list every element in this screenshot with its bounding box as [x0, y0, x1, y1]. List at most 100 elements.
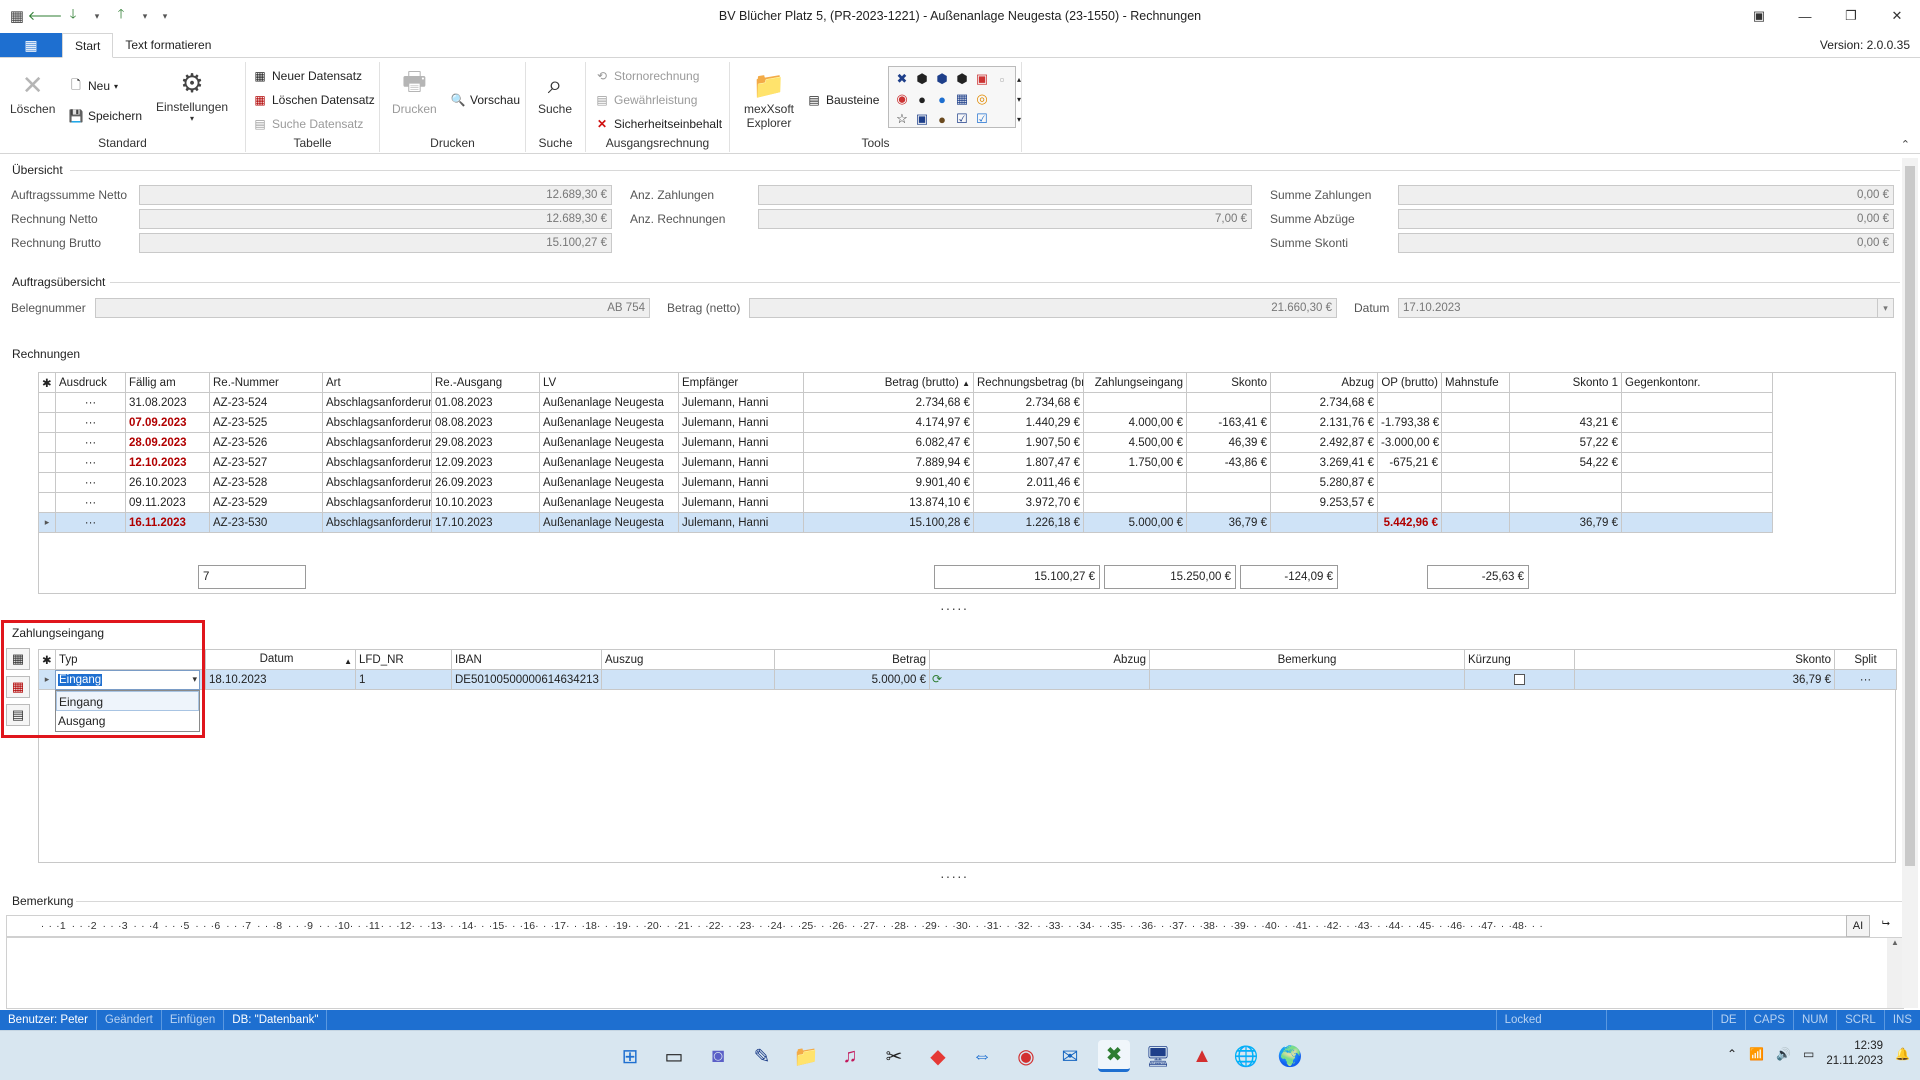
cell-mahnstufe[interactable] — [1441, 432, 1510, 453]
acrobat-icon[interactable]: ▲ — [1186, 1040, 1218, 1072]
collapse-ribbon-icon[interactable]: ⌃ — [1901, 138, 1910, 151]
column-header-rechnungsbetrag[interactable]: Rechnungsbetrag (brutto) — [973, 372, 1084, 393]
cell-ausdruck[interactable]: ··· — [55, 412, 126, 433]
cell-empfaenger[interactable]: Julemann, Hanni — [678, 452, 804, 473]
cell-lv[interactable]: Außenanlage Neugesta — [539, 452, 679, 473]
app-icon[interactable]: ▦ — [8, 7, 26, 25]
cell-skonto[interactable] — [1186, 472, 1271, 493]
cell-lv[interactable]: Außenanlage Neugesta — [539, 472, 679, 493]
cell-skonto[interactable]: 36,79 € — [1186, 512, 1271, 533]
cell-lv[interactable]: Außenanlage Neugesta — [539, 392, 679, 413]
cell-abzug[interactable]: 2.131,76 € — [1270, 412, 1378, 433]
gallery-expand-icon[interactable]: ▾ — [1013, 109, 1025, 129]
cell-art[interactable]: Abschlagsanforderung — [322, 412, 432, 433]
cell-rechnungsbetrag[interactable]: 3.972,70 € — [973, 492, 1084, 513]
einstellungen-button[interactable]: ⚙ Einstellungen ▾ — [156, 66, 228, 124]
cell-op-brutto[interactable] — [1377, 392, 1442, 413]
suche-button[interactable]: ⌕ Suche — [538, 68, 572, 116]
cell-abzug[interactable] — [929, 669, 1150, 690]
cell-skonto-1[interactable]: 36,79 € — [1509, 512, 1622, 533]
cell-skonto-1[interactable]: 54,22 € — [1509, 452, 1622, 473]
loeschen-button[interactable]: ✕ Löschen — [10, 68, 55, 117]
cell-betrag[interactable]: 5.000,00 € — [774, 669, 930, 690]
suche-datensatz-button[interactable]: ▤ Suche Datensatz — [252, 116, 363, 132]
editor-scrollbar[interactable]: ▲ — [1887, 938, 1903, 1008]
cell-zahlungseingang[interactable]: 4.000,00 € — [1083, 412, 1187, 433]
column-header-ausdruck[interactable]: Ausdruck — [55, 372, 126, 393]
table-row[interactable]: ▸ ··· 16.11.2023 AZ-23-530 Abschlagsanforder… — [38, 512, 1773, 533]
cell-mahnstufe[interactable] — [1441, 452, 1510, 473]
cell-skonto[interactable] — [1186, 492, 1271, 513]
cell-gegenkontonr[interactable] — [1621, 492, 1773, 513]
tab-start[interactable]: Start — [62, 33, 114, 58]
tool-icon[interactable]: ● — [933, 109, 951, 129]
column-header-typ[interactable]: Typ — [55, 649, 206, 670]
cell-skonto[interactable]: -43,86 € — [1186, 452, 1271, 473]
cell-abzug[interactable]: 5.280,87 € — [1270, 472, 1378, 493]
row-indicator-icon[interactable] — [38, 432, 56, 453]
tool-icon[interactable]: ☑ — [973, 109, 991, 129]
cell-re-nummer[interactable]: AZ-23-526 — [209, 432, 323, 453]
star-icon[interactable]: ☆ — [893, 109, 911, 129]
cell-re-nummer[interactable]: AZ-23-528 — [209, 472, 323, 493]
cell-skonto-1[interactable] — [1509, 492, 1622, 513]
music-icon[interactable]: ♫ — [834, 1040, 866, 1072]
cell-op-brutto[interactable]: -675,21 € — [1377, 452, 1442, 473]
teamviewer-icon[interactable]: ⇔ — [966, 1040, 998, 1072]
cell-art[interactable]: Abschlagsanforderung — [322, 432, 432, 453]
file-menu-button[interactable]: ▦ — [0, 33, 62, 57]
cell-skonto[interactable] — [1186, 392, 1271, 413]
table-row[interactable]: ··· 31.08.2023 AZ-23-524 Abschlagsanforderu… — [38, 392, 1773, 413]
back-arrow-icon[interactable]: 🡐 — [28, 7, 63, 25]
tool-icon[interactable]: ⬢ — [913, 69, 931, 89]
cell-skonto-1[interactable]: 43,21 € — [1509, 412, 1622, 433]
globe-icon[interactable]: 🌐 — [1230, 1040, 1262, 1072]
column-header-re-ausgang[interactable]: Re.-Ausgang — [431, 372, 540, 393]
column-header-skonto-1[interactable]: Skonto 1 — [1509, 372, 1622, 393]
cell-lv[interactable]: Außenanlage Neugesta — [539, 432, 679, 453]
column-header-abzug[interactable]: Abzug — [929, 649, 1150, 670]
cell-zahlungseingang[interactable] — [1083, 492, 1187, 513]
cell-re-nummer[interactable]: AZ-23-529 — [209, 492, 323, 513]
cell-lv[interactable]: Außenanlage Neugesta — [539, 412, 679, 433]
cell-gegenkontonr[interactable] — [1621, 432, 1773, 453]
cell-op-brutto[interactable]: 5.442,96 € — [1377, 512, 1442, 533]
volume-icon[interactable]: 🔊 — [1776, 1047, 1791, 1061]
table-row[interactable]: ··· 26.10.2023 AZ-23-528 Abschlagsanforderu… — [38, 472, 1773, 493]
column-header-faellig-am[interactable]: Fällig am — [125, 372, 210, 393]
cell-betrag-brutto[interactable]: 4.174,97 € — [803, 412, 974, 433]
cell-datum[interactable]: 18.10.2023 — [205, 669, 356, 690]
outlook-icon[interactable]: ✉ — [1054, 1040, 1086, 1072]
gallery-scroll-up-icon[interactable]: ▴ — [1013, 69, 1025, 89]
cell-op-brutto[interactable]: -3.000,00 € — [1377, 432, 1442, 453]
clock[interactable]: 12:39 21.11.2023 — [1826, 1039, 1883, 1069]
cell-gegenkontonr[interactable] — [1621, 472, 1773, 493]
column-header-gegenkontonr[interactable]: Gegenkontonr. — [1621, 372, 1773, 393]
delete-row-icon[interactable]: ▦ — [6, 676, 30, 698]
row-indicator-icon[interactable] — [38, 452, 56, 473]
mexxsoft-explorer-button[interactable]: 📁 mexXsoft Explorer — [740, 68, 798, 131]
tool-icon[interactable]: ▣ — [913, 109, 931, 129]
scroll-up-icon[interactable]: ▲ — [1891, 938, 1899, 947]
column-header-abzug[interactable]: Abzug — [1270, 372, 1378, 393]
table-row[interactable]: ··· 28.09.2023 AZ-23-526 Abschlagsanforderu… — [38, 432, 1773, 453]
table-row[interactable]: ··· 12.10.2023 AZ-23-527 Abschlagsanforderu… — [38, 452, 1773, 473]
minimize-button[interactable]: — — [1782, 0, 1828, 32]
column-header-lfd-nr[interactable]: LFD_NR — [355, 649, 452, 670]
cell-skonto[interactable]: 36,79 € — [1574, 669, 1835, 690]
cell-abzug[interactable]: 9.253,57 € — [1270, 492, 1378, 513]
tool-icon[interactable]: ▣ — [973, 69, 991, 89]
cell-abzug[interactable]: 2.492,87 € — [1270, 432, 1378, 453]
tab-text-formatieren[interactable]: Text formatieren — [113, 33, 223, 57]
cell-rechnungsbetrag[interactable]: 2.011,46 € — [973, 472, 1084, 493]
tool-icon[interactable] — [993, 89, 1011, 109]
dropdown-arrow-icon[interactable]: ▾ — [140, 7, 150, 25]
cell-re-nummer[interactable]: AZ-23-527 — [209, 452, 323, 473]
column-header-iban[interactable]: IBAN — [451, 649, 602, 670]
cell-re-nummer[interactable]: AZ-23-525 — [209, 412, 323, 433]
tool-icon[interactable] — [993, 109, 1011, 129]
splitter-handle[interactable]: ····· — [940, 600, 968, 616]
cell-art[interactable]: Abschlagsanforderung — [322, 512, 432, 533]
refresh-icon[interactable]: ⟳ — [932, 672, 942, 686]
cell-ausdruck[interactable]: ··· — [55, 452, 126, 473]
